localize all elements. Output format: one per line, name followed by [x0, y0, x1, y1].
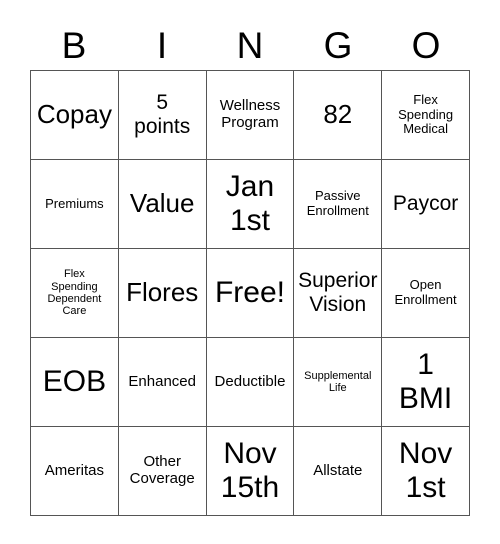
bingo-cell-r5c1[interactable]: Ameritas — [31, 427, 119, 516]
bingo-cell-label: 82 — [323, 99, 353, 130]
bingo-cell-r5c2[interactable]: Other Coverage — [118, 427, 207, 516]
bingo-row: Flex Spending Dependent Care Flores Free! S… — [31, 249, 470, 338]
bingo-cell-r4c4[interactable]: Supplemental Life — [294, 338, 383, 427]
bingo-cell-r1c1[interactable]: Copay — [31, 71, 119, 160]
bingo-cell-label: Other Coverage — [129, 453, 195, 487]
bingo-cell-label: Flex Spending Dependent Care — [47, 268, 102, 318]
bingo-cell-r4c5[interactable]: 1 BMI — [382, 338, 470, 427]
bingo-cell-label: Wellness Program — [219, 97, 281, 131]
bingo-cell-label: Supplemental Life — [304, 369, 372, 394]
bingo-cell-r3c2[interactable]: Flores — [118, 249, 207, 338]
bingo-cell-r3c3[interactable]: Free! — [206, 249, 295, 338]
bingo-cell-r2c2[interactable]: Value — [118, 160, 207, 249]
bingo-row: Copay 5 points Wellness Program 82 Flex Spen… — [31, 71, 470, 160]
bingo-cell-label: EOB — [42, 365, 107, 399]
bingo-cell-label: Premiums — [45, 195, 104, 211]
bingo-row: Ameritas Other Coverage Nov 15th Allstate No… — [31, 427, 470, 516]
bingo-cell-label: Copay — [36, 99, 112, 130]
bingo-cell-r1c2[interactable]: 5 points — [118, 71, 207, 160]
bingo-cell-label: Deductible — [214, 372, 286, 390]
bingo-cell-r2c5[interactable]: Paycor — [382, 160, 470, 249]
bingo-column-header-b: B — [61, 24, 87, 66]
bingo-grid: Copay 5 points Wellness Program 82 Flex Spen… — [30, 70, 470, 516]
bingo-column-header-g: G — [323, 24, 353, 66]
bingo-cell-r4c1[interactable]: EOB — [31, 338, 119, 427]
bingo-column-header-n: N — [236, 24, 264, 66]
bingo-column-header-o: O — [411, 24, 441, 66]
bingo-header-row: BINGO — [30, 20, 470, 70]
bingo-card: B I N G O Copay 5 points Wellness Program 82 Fle… — [30, 20, 470, 516]
bingo-cell-r2c3[interactable]: Jan 1st — [206, 160, 295, 249]
bingo-column-header-i: I — [156, 24, 168, 66]
bingo-cell-r1c3[interactable]: Wellness Program — [206, 71, 295, 160]
bingo-cell-label: Free! — [214, 276, 285, 310]
bingo-cell-label: Enhanced — [128, 372, 196, 390]
bingo-cell-r3c4[interactable]: Superior Vision — [294, 249, 383, 338]
bingo-cell-r2c1[interactable]: Premiums — [31, 160, 119, 249]
bingo-row: EOB Enhanced Deductible Supplemental Life 1 … — [31, 338, 470, 427]
bingo-cell-r5c4[interactable]: Allstate — [294, 427, 383, 516]
bingo-cell-label: Jan 1st — [225, 170, 275, 237]
bingo-cell-r2c4[interactable]: Passive Enrollment — [294, 160, 383, 249]
bingo-cell-label: Paycor — [392, 192, 459, 216]
bingo-row: Premiums Value Jan 1st Passive Enrollment Pa… — [31, 160, 470, 249]
bingo-cell-label: Nov 1st — [398, 437, 453, 504]
bingo-cell-r4c3[interactable]: Deductible — [206, 338, 295, 427]
bingo-cell-r3c1[interactable]: Flex Spending Dependent Care — [31, 249, 119, 338]
bingo-cell-label: Ameritas — [44, 461, 104, 479]
bingo-cell-label: Flex Spending Medical — [398, 92, 454, 137]
bingo-cell-label: Flores — [126, 277, 199, 308]
bingo-cell-r5c3[interactable]: Nov 15th — [206, 427, 295, 516]
bingo-cell-label: Value — [129, 188, 195, 219]
bingo-cell-label: Allstate — [313, 461, 363, 479]
bingo-cell-label: Open Enrollment — [394, 277, 457, 307]
bingo-cell-r4c2[interactable]: Enhanced — [118, 338, 207, 427]
bingo-cell-label: 5 points — [134, 91, 191, 138]
bingo-cell-label: Passive Enrollment — [306, 188, 369, 218]
bingo-cell-r3c5[interactable]: Open Enrollment — [382, 249, 470, 338]
bingo-cell-label: Superior Vision — [298, 269, 378, 316]
bingo-cell-label: Nov 15th — [220, 437, 280, 504]
bingo-cell-label: 1 BMI — [398, 348, 453, 415]
bingo-cell-r1c4[interactable]: 82 — [294, 71, 383, 160]
bingo-cell-r5c5[interactable]: Nov 1st — [382, 427, 470, 516]
bingo-cell-r1c5[interactable]: Flex Spending Medical — [382, 71, 470, 160]
